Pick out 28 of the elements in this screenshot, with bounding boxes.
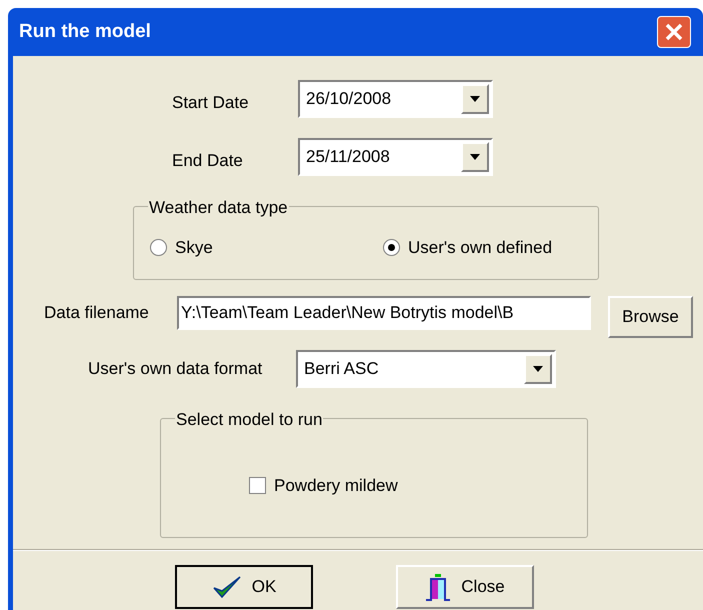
- window-title: Run the model: [18, 20, 151, 44]
- close-icon: [664, 22, 684, 42]
- dropdown[interactable]: Berri ASC: [296, 350, 556, 388]
- checkbox[interactable]: [249, 477, 266, 494]
- dropdown-button[interactable]: [461, 142, 489, 172]
- radio-label[interactable]: User's own defined: [408, 235, 552, 260]
- dropdown[interactable]: 26/10/2008: [298, 80, 493, 118]
- browse-button[interactable]: Browse: [608, 296, 693, 338]
- field-label: End Date: [172, 150, 244, 172]
- checkmark-icon: [212, 574, 242, 600]
- radio-button[interactable]: [383, 239, 400, 256]
- field-label: User's own data format: [88, 358, 264, 380]
- close-button[interactable]: Close: [396, 565, 534, 609]
- field-label: Data filename: [44, 302, 150, 324]
- ok-button[interactable]: OK: [175, 565, 313, 609]
- field-label: Start Date: [172, 92, 250, 114]
- close-button[interactable]: [657, 16, 691, 48]
- door-icon: [425, 572, 452, 602]
- dropdown-button[interactable]: [461, 84, 489, 114]
- text-field[interactable]: Y:\Team\Team Leader\New Botrytis model\B: [177, 296, 591, 330]
- radio-label[interactable]: Skye: [175, 235, 213, 260]
- dropdown-arrow-icon: [469, 154, 481, 160]
- dropdown-arrow-icon: [469, 96, 481, 102]
- dropdown[interactable]: 25/11/2008: [298, 138, 493, 176]
- radio-button[interactable]: [150, 239, 167, 256]
- checkbox-label[interactable]: Powdery mildew: [274, 473, 398, 498]
- dropdown-button[interactable]: [524, 354, 552, 384]
- dropdown-arrow-icon: [532, 366, 544, 372]
